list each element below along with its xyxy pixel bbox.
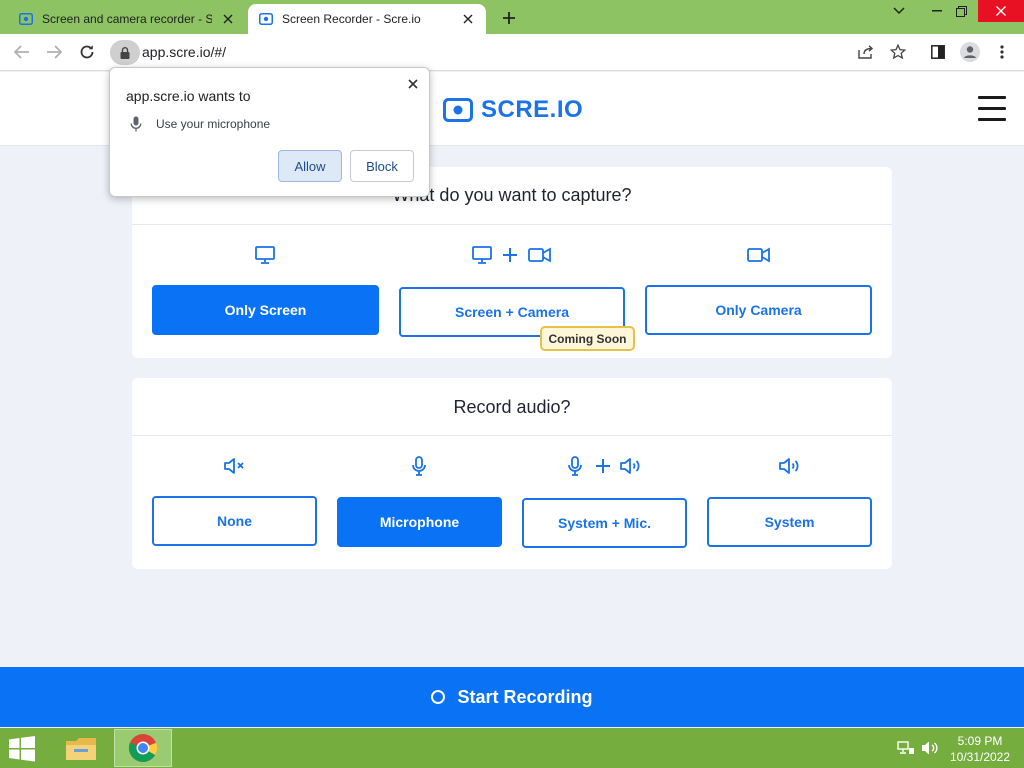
windows-taskbar: 5:09 PM 10/31/2022: [0, 728, 1024, 768]
only-camera-button[interactable]: Only Camera: [645, 285, 872, 335]
only-screen-button[interactable]: Only Screen: [152, 285, 379, 335]
system-clock[interactable]: 5:09 PM 10/31/2022: [944, 733, 1016, 765]
lock-icon[interactable]: [110, 40, 140, 65]
coming-soon-badge: Coming Soon: [540, 326, 635, 351]
speaker-icon: [777, 455, 803, 477]
audio-none-button[interactable]: None: [152, 496, 317, 546]
divider: [132, 224, 892, 225]
monitor-icon: [254, 244, 276, 266]
camera-icon: [746, 244, 772, 266]
side-panel-icon[interactable]: [926, 40, 950, 64]
microphone-icon: [409, 455, 429, 477]
divider: [132, 435, 892, 436]
clock-date: 10/31/2022: [949, 750, 1011, 764]
microphone-icon: [130, 116, 142, 132]
browser-tab-strip: Screen and camera recorder - Sc Screen R…: [0, 0, 1024, 34]
share-icon[interactable]: [854, 40, 878, 64]
reload-icon[interactable]: [75, 40, 99, 64]
bookmark-star-icon[interactable]: [886, 40, 910, 64]
logo-text: SCRE.IO: [481, 96, 584, 123]
hamburger-menu-icon[interactable]: [978, 96, 1006, 122]
mic-plus-speaker-icon: [564, 455, 644, 477]
new-tab-button[interactable]: [498, 7, 520, 29]
volume-icon[interactable]: [920, 738, 940, 758]
mute-icon: [222, 455, 246, 477]
clock-time: 5:09 PM: [957, 734, 1003, 748]
allow-button[interactable]: Allow: [278, 150, 342, 182]
start-recording-button[interactable]: Start Recording: [0, 667, 1024, 727]
tab-screen-recorder[interactable]: Screen Recorder - Scre.io: [248, 4, 486, 34]
logo-camera-icon: [443, 98, 473, 122]
restore-window-button[interactable]: [944, 0, 978, 22]
monitor-plus-camera-icon: [472, 244, 552, 266]
screen-recorder-favicon-icon: [258, 11, 274, 27]
file-explorer-taskbar-icon[interactable]: [52, 729, 110, 767]
popup-title: app.scre.io wants to: [126, 88, 251, 104]
audio-system-plus-mic-button[interactable]: System + Mic.: [522, 498, 687, 548]
start-recording-label: Start Recording: [457, 686, 593, 707]
tab-title: Screen and camera recorder - Sc: [42, 12, 212, 26]
block-button[interactable]: Block: [350, 150, 414, 182]
audio-card: Record audio? None Microphone System + M…: [132, 378, 892, 569]
audio-title: Record audio?: [453, 397, 571, 417]
address-bar[interactable]: app.scre.io/#/: [108, 39, 848, 66]
browser-menu-kebab-icon[interactable]: [990, 40, 1014, 64]
audio-microphone-button[interactable]: Microphone: [337, 497, 502, 547]
close-tab-icon[interactable]: [460, 11, 476, 27]
permission-popup: app.scre.io wants to Use your microphone…: [109, 67, 430, 197]
browser-toolbar: app.scre.io/#/: [0, 34, 1024, 71]
chrome-taskbar-icon[interactable]: [114, 729, 172, 767]
scre-io-logo[interactable]: SCRE.IO: [443, 96, 583, 124]
tab-search-chevron-down-icon[interactable]: [882, 0, 916, 22]
close-tab-icon[interactable]: [220, 11, 236, 27]
url-text: app.scre.io/#/: [142, 44, 227, 60]
permission-request-text: Use your microphone: [156, 117, 271, 131]
close-popup-icon[interactable]: [405, 76, 421, 92]
audio-system-button[interactable]: System: [707, 497, 872, 547]
tab-title: Screen Recorder - Scre.io: [282, 12, 421, 26]
profile-avatar-icon[interactable]: [958, 40, 982, 64]
tab-screen-and-camera-recorder[interactable]: Screen and camera recorder - Sc: [8, 4, 246, 34]
screen-recorder-favicon-icon: [18, 11, 34, 27]
network-icon[interactable]: [896, 738, 916, 758]
windows-start-icon[interactable]: [8, 736, 38, 762]
record-circle-icon: [431, 690, 446, 704]
forward-arrow-icon[interactable]: [42, 40, 66, 64]
back-arrow-icon[interactable]: [10, 40, 34, 64]
close-window-button[interactable]: [978, 0, 1024, 22]
